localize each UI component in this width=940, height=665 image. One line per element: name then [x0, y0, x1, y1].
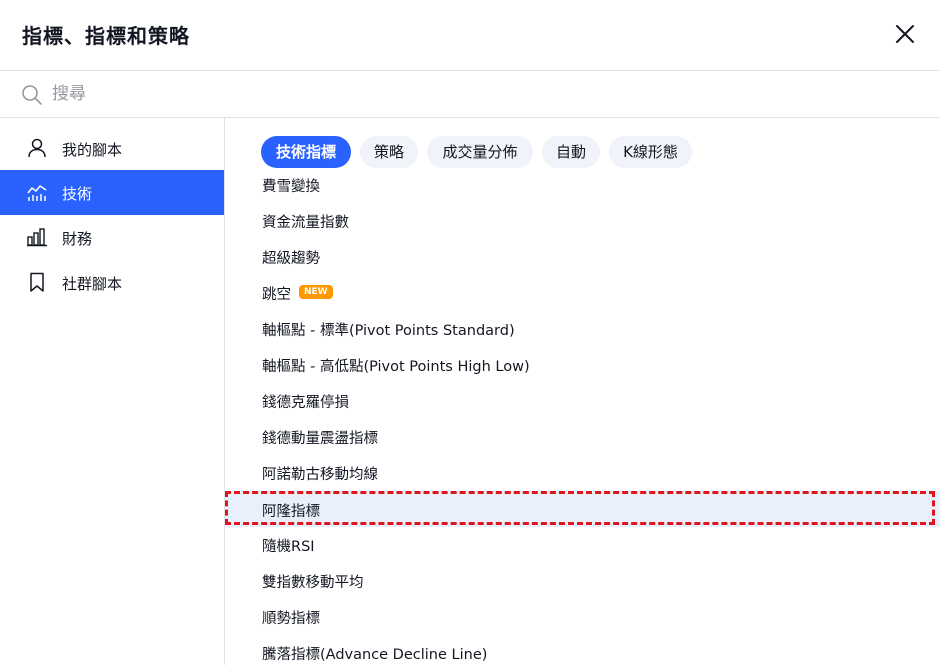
dialog-header: 指標、指標和策略 — [0, 0, 940, 71]
list-item[interactable]: 軸樞點 - 標準(Pivot Points Standard) — [225, 310, 940, 346]
list-item-label: 費雪變換 — [262, 179, 320, 195]
list-item-label: 錢德克羅停損 — [262, 395, 349, 411]
list-item-label: 軸樞點 - 標準(Pivot Points Standard) — [262, 323, 515, 339]
sidebar-item-technical[interactable]: 技術 — [0, 170, 224, 215]
list-item-label: 騰落指標(Advance Decline Line) — [262, 647, 488, 663]
sidebar-item-my-scripts[interactable]: 我的腳本 — [0, 126, 224, 171]
sidebar-item-label: 社群腳本 — [62, 275, 123, 293]
list-item[interactable]: 順勢指標 — [225, 598, 940, 634]
list-item[interactable]: 隨機RSI — [225, 526, 940, 562]
sidebar-item-label: 我的腳本 — [62, 141, 123, 159]
category-sidebar: 我的腳本 技術 財務 社群腳本 — [0, 118, 225, 665]
chart-line-icon — [26, 181, 48, 203]
indicator-list-panel: 技術指標 策略 成交量分佈 自動 K線形態 費雪變換 資金流量指數 超級趨勢 跳… — [225, 118, 940, 665]
search-input[interactable] — [52, 81, 872, 107]
list-item-label: 錢德動量震盪指標 — [262, 431, 378, 447]
tab-auto[interactable]: 自動 — [542, 136, 600, 168]
list-item-label: 雙指數移動平均 — [262, 575, 364, 591]
tab-candlestick-patterns[interactable]: K線形態 — [609, 136, 692, 168]
new-badge: NEW — [299, 285, 333, 299]
sidebar-item-label: 財務 — [62, 230, 93, 248]
list-item-highlighted[interactable]: 阿隆指標 — [225, 491, 940, 527]
search-bar — [0, 71, 940, 118]
close-icon[interactable] — [892, 21, 918, 47]
sidebar-item-community-scripts[interactable]: 社群腳本 — [0, 260, 224, 305]
list-item-label: 軸樞點 - 高低點(Pivot Points High Low) — [262, 359, 530, 375]
sidebar-item-label: 技術 — [62, 185, 93, 203]
tab-volume-profile[interactable]: 成交量分佈 — [427, 136, 533, 168]
tab-technical-indicators[interactable]: 技術指標 — [261, 136, 351, 168]
list-item-label: 資金流量指數 — [262, 215, 349, 231]
list-item[interactable]: 費雪變換 — [225, 166, 940, 202]
user-icon — [26, 137, 48, 159]
sidebar-item-financials[interactable]: 財務 — [0, 215, 224, 260]
search-icon — [21, 84, 43, 106]
list-item-label: 阿隆指標 — [262, 504, 320, 520]
bar-chart-icon — [26, 226, 48, 248]
list-item[interactable]: 雙指數移動平均 — [225, 562, 940, 598]
tab-strategies[interactable]: 策略 — [360, 136, 418, 168]
list-item[interactable]: 超級趨勢 — [225, 238, 940, 274]
list-item-label: 隨機RSI — [262, 539, 315, 555]
dialog-title: 指標、指標和策略 — [22, 24, 190, 48]
list-item[interactable]: 錢德動量震盪指標 — [225, 418, 940, 454]
list-item[interactable]: 跳空 NEW — [225, 274, 940, 310]
list-item[interactable]: 資金流量指數 — [225, 202, 940, 238]
list-item[interactable]: 阿諾勒古移動均線 — [225, 454, 940, 490]
bookmark-icon — [26, 271, 48, 293]
list-item[interactable]: 錢德克羅停損 — [225, 382, 940, 418]
list-item-label: 超級趨勢 — [262, 251, 320, 267]
list-item-label: 順勢指標 — [262, 611, 320, 627]
list-item[interactable]: 軸樞點 - 高低點(Pivot Points High Low) — [225, 346, 940, 382]
list-item[interactable]: 騰落指標(Advance Decline Line) — [225, 634, 940, 665]
list-item-label: 阿諾勒古移動均線 — [262, 467, 378, 483]
list-item-label: 跳空 — [262, 287, 291, 303]
